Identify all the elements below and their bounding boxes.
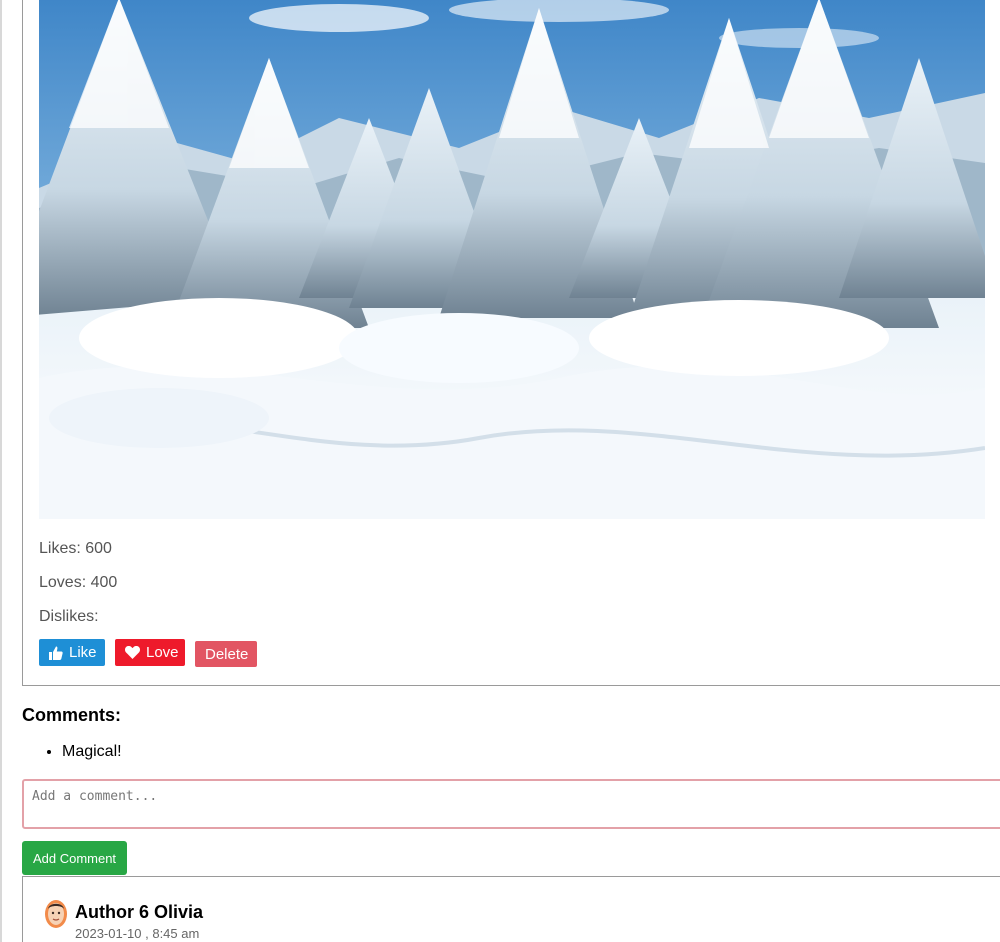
thumbs-up-icon bbox=[49, 646, 63, 660]
like-button-label: Like bbox=[69, 644, 97, 661]
comment-item: Magical! bbox=[62, 743, 122, 761]
reaction-buttons: Like Love Delete bbox=[39, 639, 257, 667]
post-card: Likes: 600 Loves: 400 Dislikes: Like Lov… bbox=[22, 0, 1000, 686]
add-comment-button[interactable]: Add Comment bbox=[22, 841, 127, 875]
comments-list: Magical! bbox=[22, 743, 122, 761]
dislikes-count: Dislikes: bbox=[39, 608, 99, 625]
delete-button[interactable]: Delete bbox=[195, 641, 257, 667]
author-name[interactable]: Author 6 Olivia bbox=[75, 902, 203, 923]
loves-count: Loves: 400 bbox=[39, 574, 118, 591]
comments-heading: Comments: bbox=[22, 705, 122, 725]
comment-input[interactable] bbox=[22, 779, 1000, 829]
heart-icon bbox=[125, 646, 140, 659]
love-button[interactable]: Love bbox=[115, 639, 185, 666]
next-post-card: Author 6 Olivia 2023-01-10 , 8:45 am bbox=[22, 876, 1000, 942]
avatar[interactable] bbox=[44, 899, 68, 929]
post-date: 2023-01-10 , 8:45 am bbox=[75, 926, 200, 941]
post-image bbox=[39, 0, 985, 519]
likes-count: Likes: 600 bbox=[39, 540, 112, 557]
like-button[interactable]: Like bbox=[39, 639, 105, 666]
page: Likes: 600 Loves: 400 Dislikes: Like Lov… bbox=[0, 0, 1000, 942]
love-button-label: Love bbox=[146, 644, 179, 661]
left-divider bbox=[0, 0, 2, 942]
